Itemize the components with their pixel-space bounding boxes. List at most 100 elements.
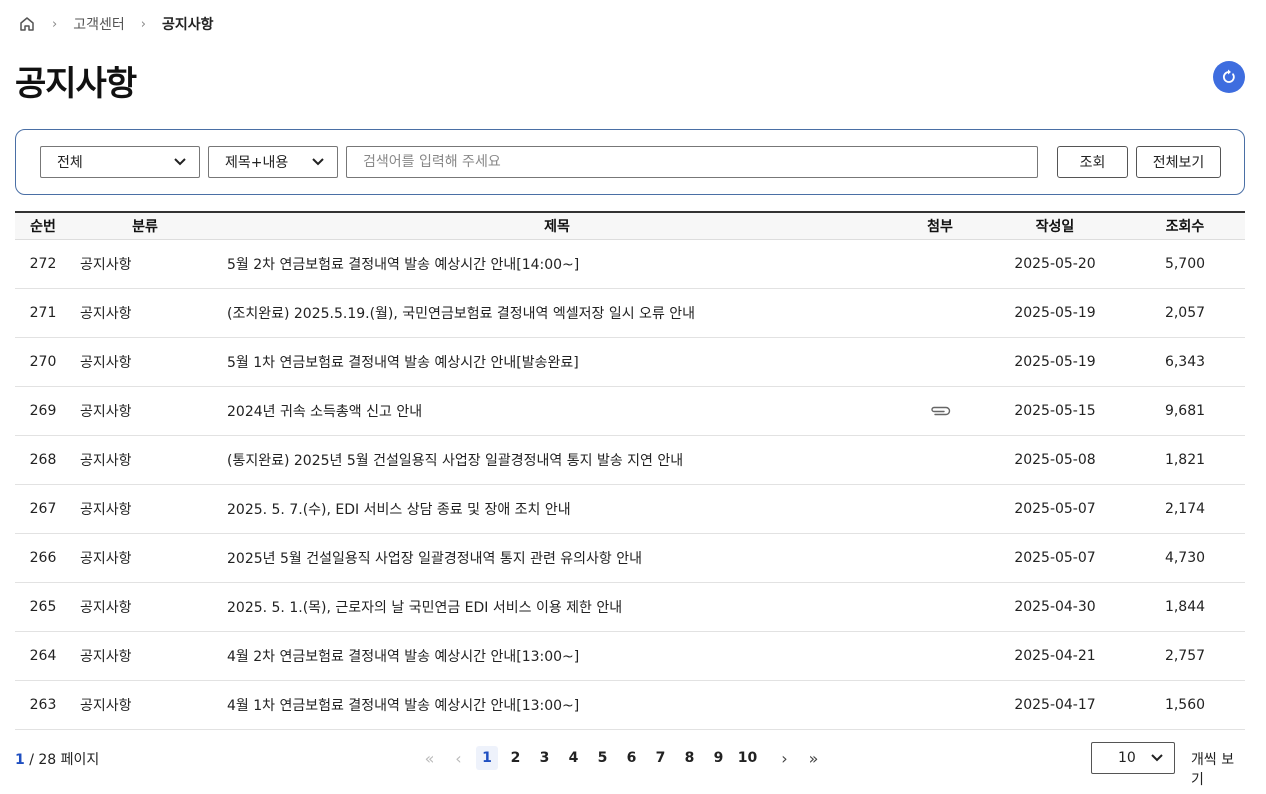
cell-category: 공지사항 [80, 698, 132, 714]
chevron-down-icon [312, 158, 324, 166]
cell-title[interactable]: (통지완료) 2025년 5월 건설일용직 사업장 일괄경정내역 통지 발송 지… [219, 450, 895, 470]
cell-title[interactable]: 4월 1차 연금보험료 결정내역 발송 예상시간 안내[13:00~] [219, 695, 895, 715]
breadcrumb-item-notices: 공지사항 [161, 17, 214, 33]
table-row[interactable]: 265 공지사항 2025. 5. 1.(목), 근로자의 날 국민연금 EDI 서… [15, 583, 1245, 632]
header-attachment: 첨부 [927, 219, 953, 235]
page-info: 1 / 28 페이지 [15, 749, 99, 769]
header-category: 분류 [132, 219, 158, 235]
cell-no: 268 [29, 452, 57, 468]
cell-category: 공지사항 [80, 306, 132, 322]
refresh-button[interactable] [1213, 61, 1245, 93]
cell-no: 265 [29, 599, 57, 615]
cell-category: 공지사항 [80, 600, 132, 616]
cell-category: 공지사항 [80, 551, 132, 567]
table-row[interactable]: 268 공지사항 (통지완료) 2025년 5월 건설일용직 사업장 일괄경정내역 … [15, 436, 1245, 485]
per-page-select[interactable]: 10 [1091, 742, 1175, 774]
cell-title[interactable]: 2025. 5. 1.(목), 근로자의 날 국민연금 EDI 서비스 이용 제… [219, 597, 895, 617]
prev-page-icon[interactable]: ‹ [444, 746, 473, 770]
cell-category: 공지사항 [80, 404, 132, 420]
page-number-7[interactable]: 7 [646, 746, 675, 770]
table-row[interactable]: 266 공지사항 2025년 5월 건설일용직 사업장 일괄경정내역 통지 관련 유… [15, 534, 1245, 583]
table-row[interactable]: 271 공지사항 (조치완료) 2025.5.19.(월), 국민연금보험료 결정내… [15, 289, 1245, 338]
table-body: 272 공지사항 5월 2차 연금보험료 결정내역 발송 예상시간 안내[14:00… [15, 240, 1245, 730]
cell-title[interactable]: 5월 2차 연금보험료 결정내역 발송 예상시간 안내[14:00~] [219, 254, 895, 274]
pager: « ‹ 1 2 3 4 5 6 7 8 9 10 › » [415, 746, 828, 770]
cell-title[interactable]: 5월 1차 연금보험료 결정내역 발송 예상시간 안내[발송완료] [219, 352, 895, 372]
page-number-9[interactable]: 9 [704, 746, 733, 770]
table-row[interactable]: 272 공지사항 5월 2차 연금보험료 결정내역 발송 예상시간 안내[14:00… [15, 240, 1245, 289]
header-date: 작성일 [1035, 219, 1075, 235]
cell-category: 공지사항 [80, 257, 132, 273]
cell-views: 4,730 [1164, 550, 1206, 566]
cell-no: 266 [29, 550, 57, 566]
page-numbers: 1 2 3 4 5 6 7 8 9 10 [473, 746, 762, 770]
cell-title[interactable]: 4월 2차 연금보험료 결정내역 발송 예상시간 안내[13:00~] [219, 646, 895, 666]
cell-no: 270 [29, 354, 57, 370]
cell-views: 9,681 [1164, 403, 1206, 419]
breadcrumb-item-customer-center[interactable]: 고객센터 [73, 14, 125, 34]
cell-date: 2025-05-19 [1014, 354, 1096, 370]
cell-title[interactable]: 2025. 5. 7.(수), EDI 서비스 상담 종료 및 장애 조치 안내 [219, 499, 895, 519]
pagination-bar: 1 / 28 페이지 « ‹ 1 2 3 4 5 6 7 8 9 10 › » 10 개씩 보기 [15, 742, 1245, 788]
cell-date: 2025-04-21 [1014, 648, 1096, 664]
first-page-icon[interactable]: « [415, 746, 444, 770]
search-panel: 전체 제목+내용 조회 전체보기 [15, 129, 1245, 195]
cell-views: 6,343 [1164, 354, 1206, 370]
cell-date: 2025-05-15 [1014, 403, 1096, 419]
cell-category: 공지사항 [80, 502, 132, 518]
paperclip-icon[interactable] [929, 405, 951, 417]
cell-title[interactable]: (조치완료) 2025.5.19.(월), 국민연금보험료 결정내역 엑셀저장 … [219, 303, 895, 323]
search-button[interactable]: 조회 [1057, 146, 1128, 178]
view-all-button[interactable]: 전체보기 [1136, 146, 1221, 178]
last-page-icon[interactable]: » [799, 746, 828, 770]
cell-date: 2025-05-07 [1014, 501, 1096, 517]
cell-date: 2025-05-20 [1014, 256, 1096, 272]
cell-date: 2025-04-17 [1014, 697, 1096, 713]
cell-title[interactable]: 2024년 귀속 소득총액 신고 안내 [219, 401, 895, 421]
cell-no: 263 [29, 697, 57, 713]
table-header: 순번 분류 제목 첨부 작성일 조회수 [15, 211, 1245, 240]
refresh-icon [1223, 69, 1235, 83]
home-icon[interactable] [18, 15, 36, 33]
cell-views: 2,174 [1164, 501, 1206, 517]
page-number-8[interactable]: 8 [675, 746, 704, 770]
page-number-6[interactable]: 6 [617, 746, 646, 770]
table-row[interactable]: 269 공지사항 2024년 귀속 소득총액 신고 안내 2025-05-15 9,68… [15, 387, 1245, 436]
cell-title[interactable]: 2025년 5월 건설일용직 사업장 일괄경정내역 통지 관련 유의사항 안내 [219, 548, 895, 568]
cell-no: 272 [29, 256, 57, 272]
next-page-icon[interactable]: › [770, 746, 799, 770]
cell-views: 2,057 [1164, 305, 1206, 321]
search-field-select[interactable]: 제목+내용 [208, 146, 338, 178]
cell-views: 1,560 [1164, 697, 1206, 713]
cell-views: 5,700 [1164, 256, 1206, 272]
cell-attachment [895, 405, 985, 417]
page-number-2[interactable]: 2 [501, 746, 530, 770]
cell-views: 1,821 [1164, 452, 1206, 468]
search-input[interactable] [346, 146, 1038, 178]
page-separator: / [29, 752, 34, 768]
page-number-4[interactable]: 4 [559, 746, 588, 770]
cell-category: 공지사항 [80, 453, 132, 469]
page-number-3[interactable]: 3 [530, 746, 559, 770]
cell-date: 2025-05-07 [1014, 550, 1096, 566]
category-select[interactable]: 전체 [40, 146, 200, 178]
header-views: 조회수 [1165, 219, 1205, 235]
per-page-label: 개씩 보기 [1191, 752, 1235, 788]
table-row[interactable]: 264 공지사항 4월 2차 연금보험료 결정내역 발송 예상시간 안내[13:00… [15, 632, 1245, 681]
table-row[interactable]: 263 공지사항 4월 1차 연금보험료 결정내역 발송 예상시간 안내[13:00… [15, 681, 1245, 730]
table-row[interactable]: 270 공지사항 5월 1차 연금보험료 결정내역 발송 예상시간 안내[발송완료]… [15, 338, 1245, 387]
page-number-10[interactable]: 10 [733, 746, 762, 770]
per-page-value: 10 [1118, 750, 1136, 766]
cell-views: 1,844 [1164, 599, 1206, 615]
current-page-number: 1 [15, 752, 25, 768]
cell-date: 2025-05-19 [1014, 305, 1096, 321]
page-number-5[interactable]: 5 [588, 746, 617, 770]
cell-category: 공지사항 [80, 355, 132, 371]
page-number-1[interactable]: 1 [476, 746, 498, 770]
category-select-value: 전체 [57, 155, 83, 171]
cell-no: 267 [29, 501, 57, 517]
page-suffix: 페이지 [60, 752, 100, 768]
table-row[interactable]: 267 공지사항 2025. 5. 7.(수), EDI 서비스 상담 종료 및 장… [15, 485, 1245, 534]
cell-no: 271 [29, 305, 57, 321]
header-title: 제목 [544, 219, 570, 235]
